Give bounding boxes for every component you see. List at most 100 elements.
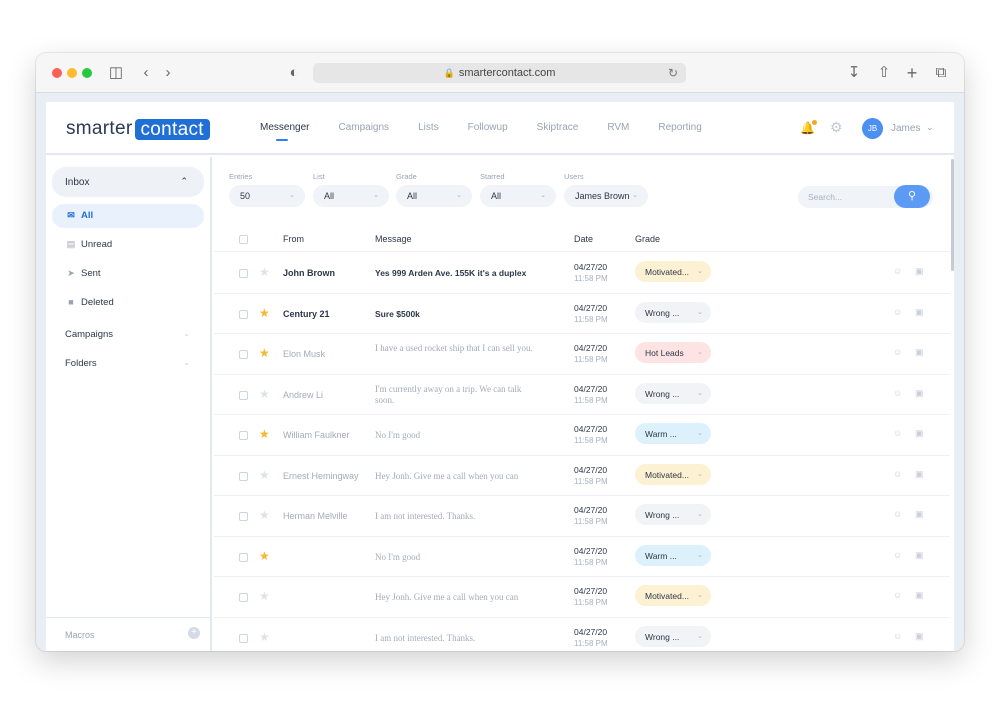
star-icon[interactable]: ★ bbox=[259, 589, 270, 603]
archive-icon[interactable]: ▣ bbox=[915, 590, 924, 601]
assign-user-icon[interactable]: ☺ bbox=[893, 428, 902, 438]
row-checkbox[interactable] bbox=[239, 593, 248, 602]
new-tab-icon[interactable]: + bbox=[902, 63, 922, 83]
grade-select[interactable]: Motivated... ⌄ bbox=[635, 463, 711, 485]
table-row[interactable]: ★ Hey Jonh. Give me a call when you can 04… bbox=[214, 577, 950, 618]
assign-user-icon[interactable]: ☺ bbox=[893, 388, 902, 398]
assign-user-icon[interactable]: ☺ bbox=[893, 631, 902, 641]
starred-select[interactable]: All ⌄ bbox=[480, 185, 556, 207]
nav-item-lists[interactable]: Lists bbox=[418, 122, 439, 133]
table-row[interactable]: ★ Andrew Li I'm currently away on a trip. … bbox=[214, 375, 950, 415]
archive-icon[interactable]: ▣ bbox=[915, 631, 924, 642]
grade-select[interactable]: Motivated... ⌄ bbox=[635, 585, 711, 606]
table-row[interactable]: ★ Ernest Hemingway Hey Jonh. Give me a cal… bbox=[214, 456, 950, 496]
row-checkbox[interactable] bbox=[239, 309, 248, 319]
assign-user-icon[interactable]: ☺ bbox=[893, 266, 902, 276]
star-icon[interactable]: ★ bbox=[259, 508, 270, 522]
address-bar[interactable]: 🔒 smartercontact.com ↻ bbox=[313, 63, 686, 83]
sidebar-item-deleted[interactable]: ■ Deleted bbox=[46, 291, 204, 315]
list-select[interactable]: All ⌄ bbox=[313, 185, 389, 207]
header-message[interactable]: Message bbox=[375, 234, 412, 244]
assign-user-icon[interactable]: ☺ bbox=[893, 307, 902, 317]
archive-icon[interactable]: ▣ bbox=[915, 388, 924, 399]
grade-select[interactable]: Wrong ... ⌄ bbox=[635, 382, 711, 404]
row-checkbox[interactable] bbox=[239, 633, 248, 643]
select-all-checkbox[interactable] bbox=[239, 235, 248, 244]
add-macro-button[interactable]: + bbox=[188, 627, 200, 639]
assign-user-icon[interactable]: ☺ bbox=[893, 469, 902, 479]
reload-icon[interactable]: ↻ bbox=[668, 63, 678, 83]
table-row[interactable]: ★ Century 21 Sure $500k 04/27/20 11:58 PM Wro… bbox=[214, 294, 950, 334]
back-icon[interactable]: ‹ bbox=[136, 63, 156, 83]
avatar[interactable]: JB bbox=[862, 118, 883, 139]
archive-icon[interactable]: ▣ bbox=[915, 509, 924, 520]
sidebar-section-folders[interactable]: Folders ⌄ bbox=[65, 358, 190, 369]
sidebar-item-sent[interactable]: ➤ Sent bbox=[46, 262, 204, 286]
header-from[interactable]: From bbox=[283, 234, 304, 244]
row-checkbox[interactable] bbox=[239, 431, 248, 440]
sidebar-icon[interactable]: ◫ bbox=[106, 63, 126, 83]
row-checkbox[interactable] bbox=[239, 552, 248, 562]
nav-item-rvm[interactable]: RVM bbox=[607, 122, 629, 133]
sidebar-section-campaigns[interactable]: Campaigns ⌄ bbox=[65, 329, 190, 340]
assign-user-icon[interactable]: ☺ bbox=[893, 509, 902, 519]
grade-select[interactable]: All ⌄ bbox=[396, 185, 472, 207]
star-icon[interactable]: ★ bbox=[259, 630, 270, 644]
search-button[interactable]: ⚲ bbox=[894, 185, 930, 208]
row-checkbox[interactable] bbox=[239, 390, 248, 400]
archive-icon[interactable]: ▣ bbox=[915, 347, 924, 358]
grade-select[interactable]: Hot Leads ⌄ bbox=[635, 342, 711, 363]
grade-select[interactable]: Warm ... ⌄ bbox=[635, 423, 711, 444]
table-row[interactable]: ★ William Faulkner No I'm good 04/27/20 11:5… bbox=[214, 415, 950, 456]
logo[interactable]: smarter contact bbox=[66, 118, 210, 140]
forward-icon[interactable]: › bbox=[158, 63, 178, 83]
header-date[interactable]: Date bbox=[574, 234, 593, 244]
archive-icon[interactable]: ▣ bbox=[915, 428, 924, 439]
row-checkbox[interactable] bbox=[239, 269, 248, 278]
archive-icon[interactable]: ▣ bbox=[915, 550, 924, 561]
star-icon[interactable]: ★ bbox=[259, 346, 270, 360]
archive-icon[interactable]: ▣ bbox=[915, 307, 924, 318]
row-checkbox[interactable] bbox=[239, 512, 248, 521]
grade-select[interactable]: Wrong ... ⌄ bbox=[635, 504, 711, 525]
header-grade[interactable]: Grade bbox=[635, 234, 660, 244]
nav-item-reporting[interactable]: Reporting bbox=[658, 122, 701, 133]
table-row[interactable]: ★ Elon Musk I have a used rocket ship that… bbox=[214, 334, 950, 375]
gear-icon[interactable]: ⚙ bbox=[830, 119, 843, 136]
assign-user-icon[interactable]: ☺ bbox=[893, 590, 902, 600]
close-window-button[interactable] bbox=[52, 68, 62, 78]
sidebar-item-unread[interactable]: ▤ Unread bbox=[46, 233, 204, 257]
shield-icon[interactable]: ◐ bbox=[284, 63, 304, 83]
assign-user-icon[interactable]: ☺ bbox=[893, 347, 902, 357]
star-icon[interactable]: ★ bbox=[259, 387, 270, 401]
archive-icon[interactable]: ▣ bbox=[915, 469, 924, 480]
nav-item-skiptrace[interactable]: Skiptrace bbox=[537, 122, 579, 133]
scrollbar[interactable] bbox=[951, 159, 954, 271]
star-icon[interactable]: ★ bbox=[259, 265, 270, 279]
inbox-toggle[interactable]: Inbox ⌃ bbox=[52, 167, 204, 197]
sidebar-item-all[interactable]: ✉ All bbox=[52, 204, 204, 228]
share-icon[interactable]: ⇧ bbox=[874, 63, 894, 83]
tabs-icon[interactable]: ⧉ bbox=[931, 63, 951, 83]
grade-select[interactable]: Motivated... ⌄ bbox=[635, 261, 711, 282]
maximize-window-button[interactable] bbox=[82, 68, 92, 78]
nav-item-followup[interactable]: Followup bbox=[468, 122, 508, 133]
star-icon[interactable]: ★ bbox=[259, 306, 270, 320]
table-row[interactable]: ★ John Brown Yes 999 Arden Ave. 155K it's … bbox=[214, 253, 950, 294]
minimize-window-button[interactable] bbox=[67, 68, 77, 78]
assign-user-icon[interactable]: ☺ bbox=[893, 550, 902, 560]
nav-item-campaigns[interactable]: Campaigns bbox=[338, 122, 389, 133]
archive-icon[interactable]: ▣ bbox=[915, 266, 924, 277]
bell-icon[interactable]: 🔔 bbox=[800, 120, 817, 135]
star-icon[interactable]: ★ bbox=[259, 427, 270, 441]
nav-item-messenger[interactable]: Messenger bbox=[260, 122, 309, 141]
grade-select[interactable]: Wrong ... ⌄ bbox=[635, 301, 711, 323]
table-row[interactable]: ★ No I'm good 04/27/20 11:58 PM Warm ... ⌄ ☺ ▣ bbox=[214, 537, 950, 577]
table-row[interactable]: ★ I am not interested. Thanks. 04/27/20 11:… bbox=[214, 618, 950, 652]
chevron-down-icon[interactable]: ⌄ bbox=[926, 122, 934, 133]
star-icon[interactable]: ★ bbox=[259, 549, 270, 563]
grade-select[interactable]: Wrong ... ⌄ bbox=[635, 625, 711, 647]
table-row[interactable]: ★ Herman Melville I am not interested. Tha… bbox=[214, 496, 950, 537]
grade-select[interactable]: Warm ... ⌄ bbox=[635, 544, 711, 566]
star-icon[interactable]: ★ bbox=[259, 468, 270, 482]
